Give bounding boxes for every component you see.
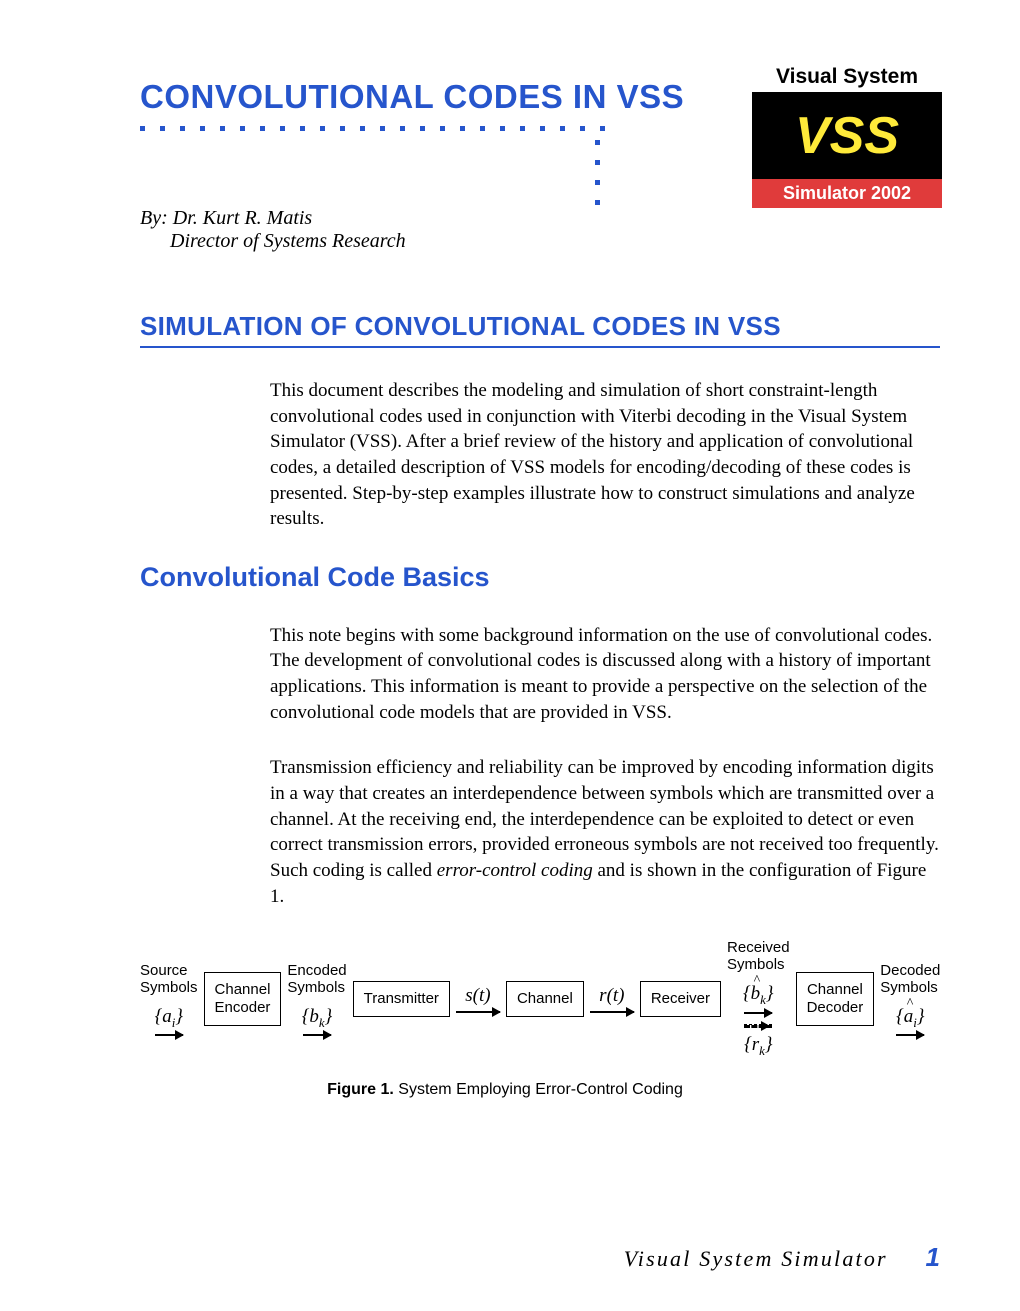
- decorative-dots-vertical: [595, 140, 600, 205]
- logo-top-text: Visual System: [752, 62, 942, 92]
- figure-1-caption: Figure 1. System Employing Error-Control…: [70, 1081, 940, 1099]
- arrow-icon: [155, 1034, 183, 1036]
- arrow-icon: [303, 1034, 331, 1036]
- page-footer: Visual System Simulator 1: [624, 1242, 940, 1273]
- decoded-symbols-label: Decoded Symbols: [880, 962, 940, 996]
- arrow-icon: [896, 1034, 924, 1036]
- basics-p2-italic: error-control coding: [437, 860, 593, 881]
- figure-1-diagram: Source Symbols {ai} Channel Encoder Enco…: [140, 939, 940, 1059]
- basics-paragraph-1: This note begins with some background in…: [270, 623, 940, 726]
- basics-paragraph-2: Transmission efficiency and reliability …: [270, 755, 940, 909]
- logo-mid-text: VSS: [752, 92, 942, 179]
- rt-math: r(t): [599, 985, 624, 1007]
- rk-math: {rk}: [744, 1034, 772, 1059]
- arrow-icon: [744, 1012, 772, 1014]
- received-symbols-label: Received Symbols: [727, 939, 790, 973]
- channel-encoder-box: Channel Encoder: [204, 972, 282, 1026]
- arrow-icon: [590, 1011, 634, 1013]
- st-math: s(t): [465, 985, 490, 1007]
- byline-author: By: Dr. Kurt R. Matis: [140, 207, 940, 230]
- intro-paragraph: This document describes the modeling and…: [270, 378, 940, 532]
- dashed-arrow-icon: [744, 1024, 772, 1028]
- figure-caption-bold: Figure 1.: [327, 1081, 394, 1098]
- source-symbols-math: {ai}: [155, 1006, 183, 1031]
- source-symbols-label: Source Symbols: [140, 962, 198, 996]
- arrow-icon: [456, 1011, 500, 1013]
- figure-caption-text: System Employing Error-Control Coding: [394, 1081, 683, 1098]
- page-number: 1: [926, 1242, 940, 1272]
- channel-decoder-box: Channel Decoder: [796, 972, 875, 1026]
- transmitter-box: Transmitter: [353, 981, 450, 1017]
- logo-bottom-text: Simulator 2002: [752, 179, 942, 208]
- encoded-symbols-math: {bk}: [302, 1006, 333, 1031]
- section-title: SIMULATION OF CONVOLUTIONAL CODES IN VSS: [140, 311, 940, 348]
- decoded-symbols-math: {ai}: [896, 1006, 924, 1031]
- encoded-symbols-label: Encoded Symbols: [287, 962, 346, 996]
- received-symbols-math: {bk}: [743, 983, 774, 1008]
- byline-role: Director of Systems Research: [170, 230, 940, 253]
- vss-logo: Visual System VSS Simulator 2002: [752, 62, 942, 208]
- receiver-box: Receiver: [640, 981, 721, 1017]
- footer-text: Visual System Simulator: [624, 1246, 888, 1271]
- subsection-title: Convolutional Code Basics: [140, 562, 940, 593]
- channel-box: Channel: [506, 981, 584, 1017]
